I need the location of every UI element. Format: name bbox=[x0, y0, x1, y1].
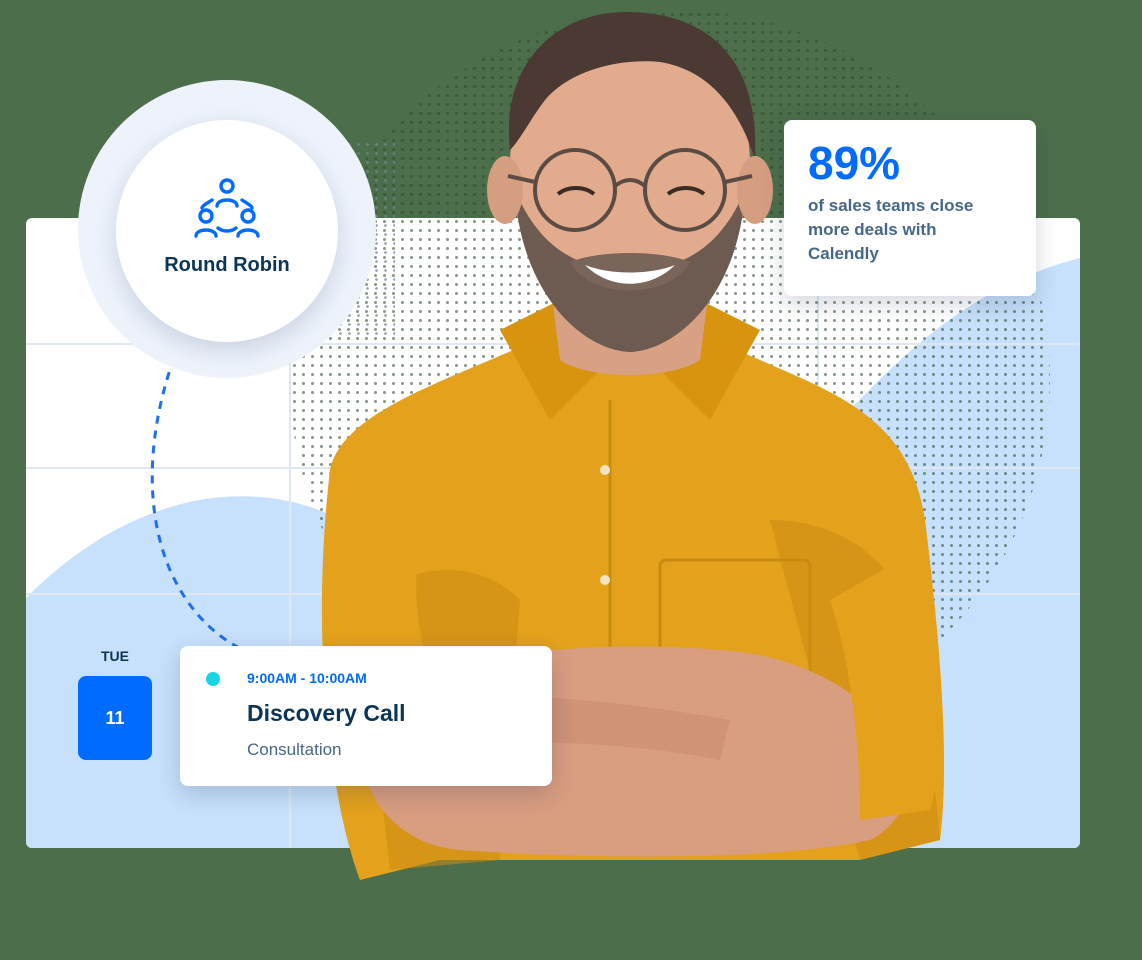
stat-value: 89% bbox=[808, 137, 901, 189]
team-rotation-icon bbox=[194, 177, 260, 238]
dashed-connector bbox=[150, 330, 249, 654]
stat-description: of sales teams close more deals with Cal… bbox=[808, 194, 1012, 266]
event-title: Discovery Call bbox=[247, 700, 406, 726]
stat-line-2: more deals with bbox=[808, 220, 937, 239]
hero-illustration: Round Robin 89% of sales teams close mor… bbox=[0, 0, 1142, 960]
day-number-tile[interactable]: 11 bbox=[78, 676, 152, 760]
day-number: 11 bbox=[105, 707, 125, 728]
stat-line-3: Calendly bbox=[808, 244, 879, 263]
event-subtitle: Consultation bbox=[247, 740, 342, 759]
event-card[interactable]: 9:00AM - 10:00AM Discovery Call Consulta… bbox=[180, 646, 552, 786]
day-name: TUE bbox=[101, 648, 129, 664]
round-robin-label: Round Robin bbox=[164, 253, 290, 276]
event-time: 9:00AM - 10:00AM bbox=[247, 670, 367, 686]
stat-line-1: of sales teams close bbox=[808, 196, 974, 215]
stat-card: 89% of sales teams close more deals with… bbox=[784, 120, 1036, 296]
round-robin-badge: Round Robin bbox=[116, 120, 338, 342]
event-status-dot bbox=[206, 672, 220, 686]
